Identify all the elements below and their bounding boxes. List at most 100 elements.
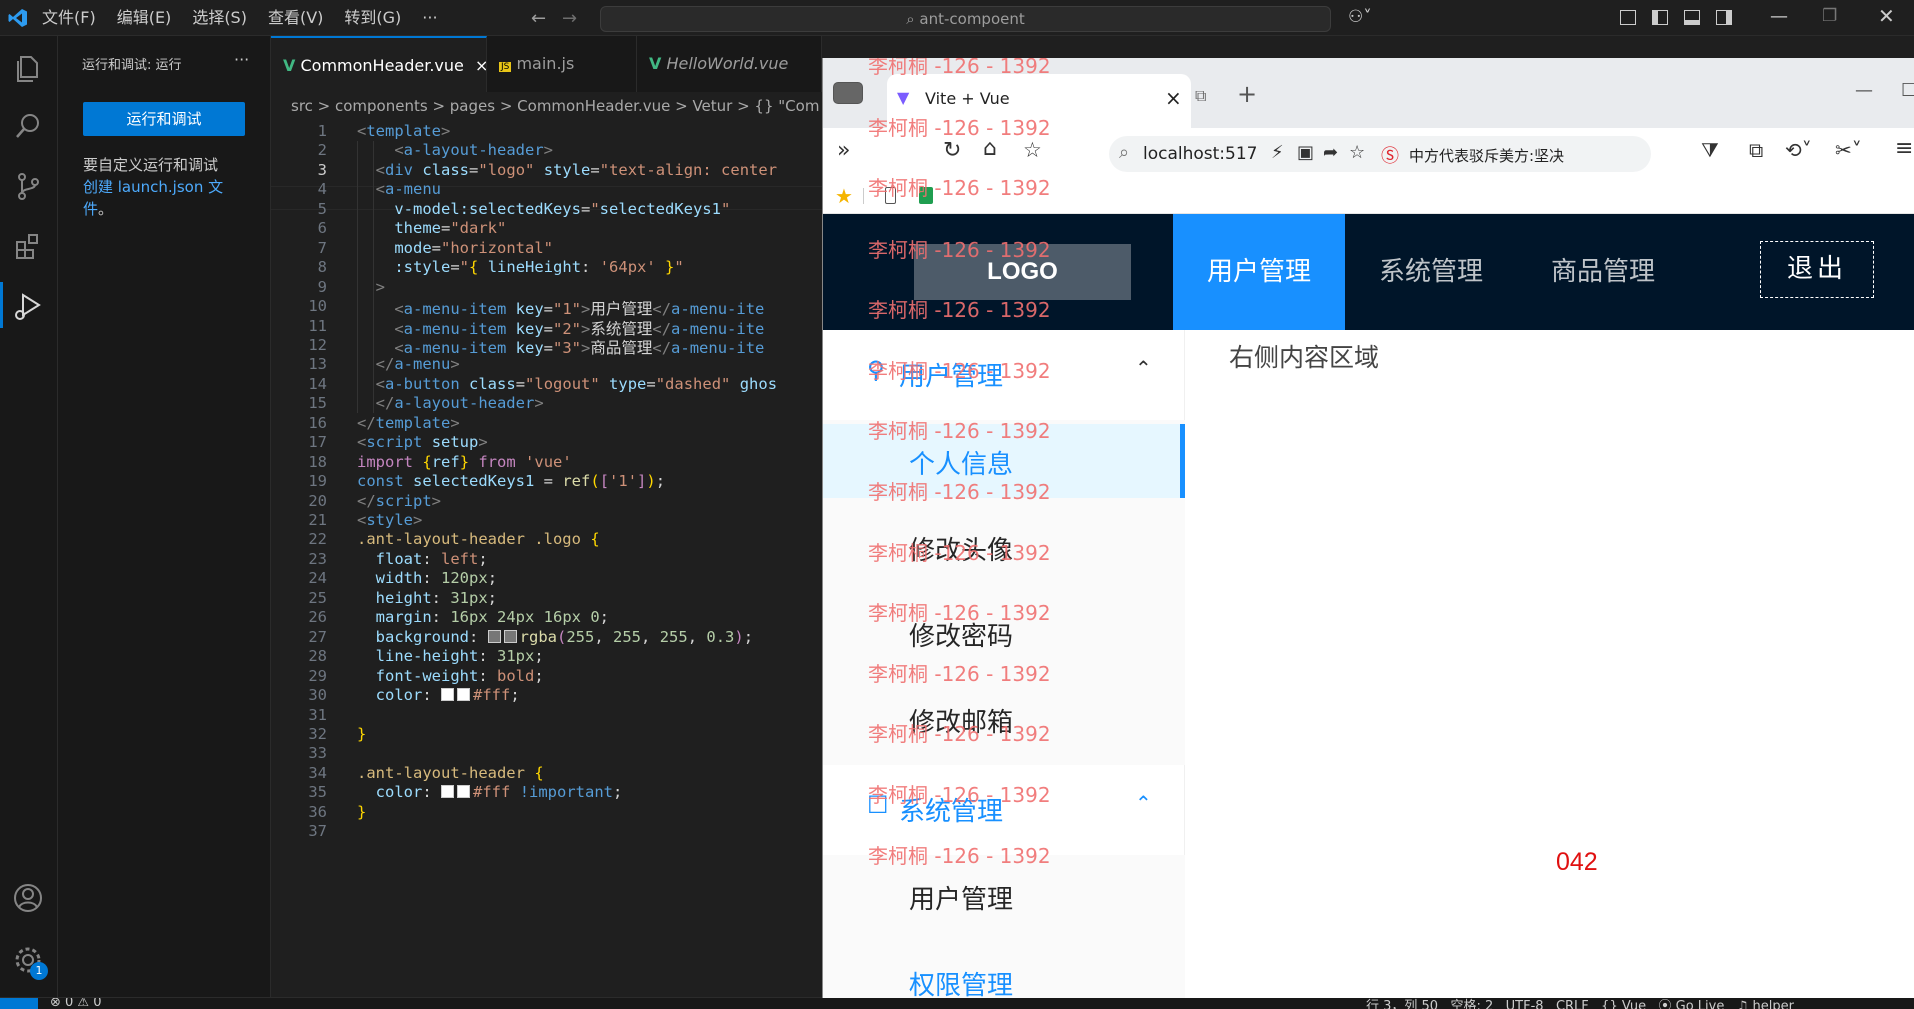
- bookmark-star-icon[interactable]: ☆: [1023, 138, 1042, 162]
- browser-minimize-icon[interactable]: —: [1855, 80, 1873, 101]
- code-line[interactable]: </script>: [357, 492, 441, 510]
- code-line[interactable]: .ant-layout-header {: [357, 764, 544, 782]
- extensions-icon[interactable]: [12, 230, 44, 262]
- status-right[interactable]: 行 3，列 50 空格: 2 UTF-8 CRLF {} Vue ⦿ Go Li…: [1366, 998, 1794, 1009]
- menu-edit[interactable]: 编辑(E): [117, 0, 172, 36]
- menu-selection[interactable]: 选择(S): [192, 0, 247, 36]
- code-line[interactable]: <a-button class="logout" type="dashed" g…: [357, 375, 777, 393]
- customize-layout-icon[interactable]: [1620, 10, 1636, 25]
- code-line[interactable]: <script setup>: [357, 433, 488, 451]
- search-icon[interactable]: [12, 110, 44, 142]
- back-arrow-icon[interactable]: ←: [531, 8, 546, 29]
- run-debug-icon[interactable]: [12, 290, 44, 322]
- code-line[interactable]: v-model:selectedKeys="selectedKeys1": [357, 200, 730, 218]
- reload-icon[interactable]: ↻: [943, 138, 961, 163]
- code-line[interactable]: :style="{ lineHeight: '64px' }": [357, 258, 683, 276]
- browser-menu-icon[interactable]: ≡: [1895, 136, 1913, 161]
- code-line[interactable]: font-weight: bold;: [357, 667, 544, 685]
- submenu-user-management[interactable]: ⚲ 用户管理 ⌃: [823, 330, 1185, 420]
- screenshot-icon[interactable]: ✂˅: [1835, 138, 1862, 162]
- sidebar-toggle-icon[interactable]: [833, 82, 863, 104]
- toggle-primary-sidebar-icon[interactable]: [1652, 10, 1668, 25]
- code-line[interactable]: </template>: [357, 414, 460, 432]
- copilot-icon[interactable]: ⚇˅: [1348, 7, 1372, 27]
- code-line[interactable]: <template>: [357, 122, 450, 140]
- restore-icon[interactable]: ❐: [1822, 6, 1837, 26]
- code-line[interactable]: }: [357, 803, 366, 821]
- toggle-panel-icon[interactable]: [1684, 10, 1700, 25]
- news-ticker[interactable]: 中方代表驳斥美方:坚决: [1409, 145, 1649, 166]
- mobile-icon[interactable]: [885, 187, 896, 204]
- favorite-icon[interactable]: ☆: [1349, 142, 1365, 163]
- code-line[interactable]: height: 31px;: [357, 589, 497, 607]
- menu-item-personal-info[interactable]: 个人信息: [823, 424, 1185, 498]
- menu-item-user-admin[interactable]: 用户管理: [823, 859, 1185, 933]
- logout-button[interactable]: 退出: [1760, 241, 1874, 298]
- code-line[interactable]: line-height: 31px;: [357, 647, 544, 665]
- new-tab-button[interactable]: +: [1237, 80, 1257, 108]
- tab-commonheader[interactable]: V CommonHeader.vue ×: [271, 36, 487, 92]
- tab-close-icon[interactable]: ×: [475, 56, 486, 75]
- code-line[interactable]: margin: 16px 24px 16px 0;: [357, 608, 609, 626]
- code-line[interactable]: >: [357, 278, 385, 296]
- code-line[interactable]: color: #fff !important;: [357, 783, 623, 801]
- code-line[interactable]: <style>: [357, 511, 422, 529]
- code-line[interactable]: const selectedKeys1 = ref(['1']);: [357, 472, 665, 490]
- code-line[interactable]: </a-layout-header>: [357, 394, 544, 412]
- toggle-secondary-sidebar-icon[interactable]: [1716, 10, 1732, 25]
- command-center-search[interactable]: ⌕ ant-compoent: [600, 6, 1331, 32]
- code-line[interactable]: theme="dark": [357, 219, 506, 237]
- tab-helloworld[interactable]: V HelloWorld.vue: [637, 36, 822, 92]
- code-line[interactable]: width: 120px;: [357, 569, 497, 587]
- browser-tab-close-icon[interactable]: ×: [1165, 86, 1182, 110]
- source-control-icon[interactable]: [12, 170, 44, 202]
- menu-view[interactable]: 查看(V): [268, 0, 323, 36]
- nav-product-management[interactable]: 商品管理: [1517, 214, 1689, 330]
- code-line[interactable]: <a-menu: [357, 180, 441, 198]
- code-line[interactable]: .ant-layout-header .logo {: [357, 530, 600, 548]
- sheets-icon[interactable]: [919, 187, 933, 204]
- menu-file[interactable]: 文件(F): [42, 0, 96, 36]
- remote-indicator[interactable]: [0, 998, 38, 1009]
- favorites-star-icon[interactable]: ★: [835, 184, 853, 208]
- reader-icon[interactable]: ▣: [1297, 142, 1314, 163]
- share-icon[interactable]: ➦: [1323, 142, 1338, 163]
- code-line[interactable]: import {ref} from 'vue': [357, 453, 572, 471]
- code-line[interactable]: background: rgba(255, 255, 255, 0.3);: [357, 628, 753, 646]
- menu-item-change-email[interactable]: 修改邮箱: [823, 682, 1185, 756]
- forward-arrow-icon[interactable]: →: [562, 8, 577, 29]
- menu-item-change-avatar[interactable]: 修改头像: [823, 510, 1185, 584]
- explorer-icon[interactable]: [12, 52, 44, 84]
- problems-count[interactable]: ⊗ 0 ⚠ 0: [50, 998, 102, 1009]
- close-window-icon[interactable]: ✕: [1878, 4, 1895, 28]
- code-line[interactable]: }: [357, 725, 366, 743]
- browser-maximize-icon[interactable]: ☐: [1901, 80, 1914, 101]
- extensions-puzzle-icon[interactable]: ⧩: [1701, 138, 1719, 162]
- tab-main-js[interactable]: JS main.js: [487, 36, 637, 92]
- browser-tab[interactable]: ▼ Vite + Vue ×: [887, 74, 1191, 128]
- expand-icon[interactable]: »: [837, 138, 850, 163]
- sidebar-more-icon[interactable]: ···: [234, 50, 249, 69]
- run-and-debug-button[interactable]: 运行和调试: [83, 102, 245, 136]
- home-icon[interactable]: ⌂: [983, 136, 997, 161]
- nav-system-management[interactable]: 系统管理: [1345, 214, 1517, 330]
- minimize-icon[interactable]: —: [1770, 6, 1788, 27]
- lightning-icon[interactable]: ⚡: [1271, 142, 1284, 163]
- menu-more[interactable]: ···: [422, 0, 437, 36]
- menu-goto[interactable]: 转到(G): [344, 0, 401, 36]
- menu-item-change-password[interactable]: 修改密码: [823, 596, 1185, 670]
- code-line[interactable]: color: #fff;: [357, 686, 520, 704]
- code-line[interactable]: mode="horizontal": [357, 239, 553, 257]
- address-bar[interactable]: ⌕ localhost:517 ⚡ ▣ ➦ ☆ Ⓢ 中方代表驳斥美方:坚决: [1109, 136, 1651, 172]
- collections-icon[interactable]: ⧉: [1749, 138, 1763, 162]
- submenu-system-management[interactable]: ☐ 系统管理 ⌃: [823, 765, 1185, 855]
- nav-user-management[interactable]: 用户管理: [1173, 214, 1345, 330]
- account-icon[interactable]: [12, 882, 44, 914]
- menu-item-permission-admin[interactable]: 权限管理: [823, 945, 1185, 998]
- code-line[interactable]: float: left;: [357, 550, 488, 568]
- code-line[interactable]: <a-menu-item key="1">用户管理</a-menu-ite: [357, 297, 764, 319]
- code-line[interactable]: <a-layout-header>: [357, 141, 553, 159]
- breadcrumb[interactable]: src > components > pages > CommonHeader.…: [271, 92, 822, 120]
- tab-group-icon[interactable]: ⧉: [1195, 86, 1206, 106]
- history-icon[interactable]: ⟲˅: [1785, 138, 1812, 162]
